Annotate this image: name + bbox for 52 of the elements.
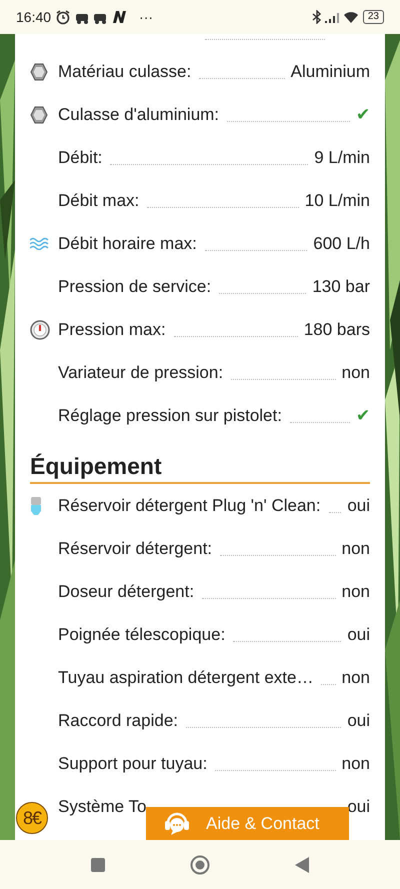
spec-value: non <box>342 580 370 603</box>
spec-label: Système To <box>58 796 147 818</box>
spec-value: non <box>342 538 370 560</box>
battery-level: 23 <box>362 10 384 24</box>
bluetooth-icon <box>310 10 321 24</box>
spec-label: Poignée télescopique: <box>58 624 226 646</box>
spec-label: Variateur de pression: <box>58 362 224 384</box>
more-notifications: ··· <box>139 8 154 26</box>
spec-label: Doseur détergent: <box>58 580 194 603</box>
hexagon-icon <box>30 62 48 80</box>
spec-value: 130 bar <box>312 276 370 298</box>
gauge-icon <box>30 320 50 340</box>
spec-value: oui <box>347 624 370 646</box>
spec-label: Support pour tuyau: <box>58 752 208 775</box>
alarm-icon <box>55 9 72 25</box>
section-heading: Équipement <box>30 451 370 484</box>
check-mark: ✔ <box>356 104 370 126</box>
spec-value: oui <box>347 710 370 732</box>
spec-label: Tuyau aspiration détergent exte… <box>58 666 314 689</box>
spec-label: Réservoir détergent: <box>58 538 212 560</box>
spec-value: non <box>342 752 370 775</box>
wifi-icon <box>342 10 359 24</box>
spec-value: 9 L/min <box>314 146 370 169</box>
recent-apps-icon[interactable] <box>90 858 105 872</box>
spec-label: Pression de service: <box>58 276 212 298</box>
spec-value: non <box>342 666 370 689</box>
spec-label: Débit: <box>58 146 102 169</box>
spec-label: Pression max: <box>58 318 166 341</box>
spec-label: Matériau culasse: <box>58 60 192 83</box>
n-logo-icon <box>111 9 128 25</box>
clock-time: 16:40 <box>16 8 52 26</box>
spec-value: 180 bars <box>304 318 370 341</box>
spec-value: Aluminium <box>290 60 370 83</box>
spec-label: Débit horaire max: <box>58 232 197 255</box>
spec-value: oui <box>347 796 370 818</box>
check-mark: ✔ <box>356 404 370 427</box>
spec-value: 10 L/min <box>304 190 370 212</box>
signal-icon <box>324 11 339 23</box>
headset-chat-icon <box>162 810 192 837</box>
spec-value: oui <box>347 494 370 517</box>
bottle-icon <box>30 496 42 515</box>
back-icon[interactable] <box>295 856 310 872</box>
spec-value: 600 L/h <box>313 232 370 255</box>
spec-value: non <box>342 362 370 384</box>
spec-label: Raccord rapide: <box>58 710 178 732</box>
spec-label: Réglage pression sur pistolet: <box>58 404 282 427</box>
home-icon[interactable] <box>190 854 210 874</box>
waves-icon <box>30 237 50 250</box>
hexagon-icon <box>30 106 48 124</box>
spec-label: Culasse d'aluminium: <box>58 104 220 126</box>
spec-label: Réservoir détergent Plug 'n' Clean: <box>58 494 321 517</box>
spec-label: Débit max: <box>58 190 140 212</box>
